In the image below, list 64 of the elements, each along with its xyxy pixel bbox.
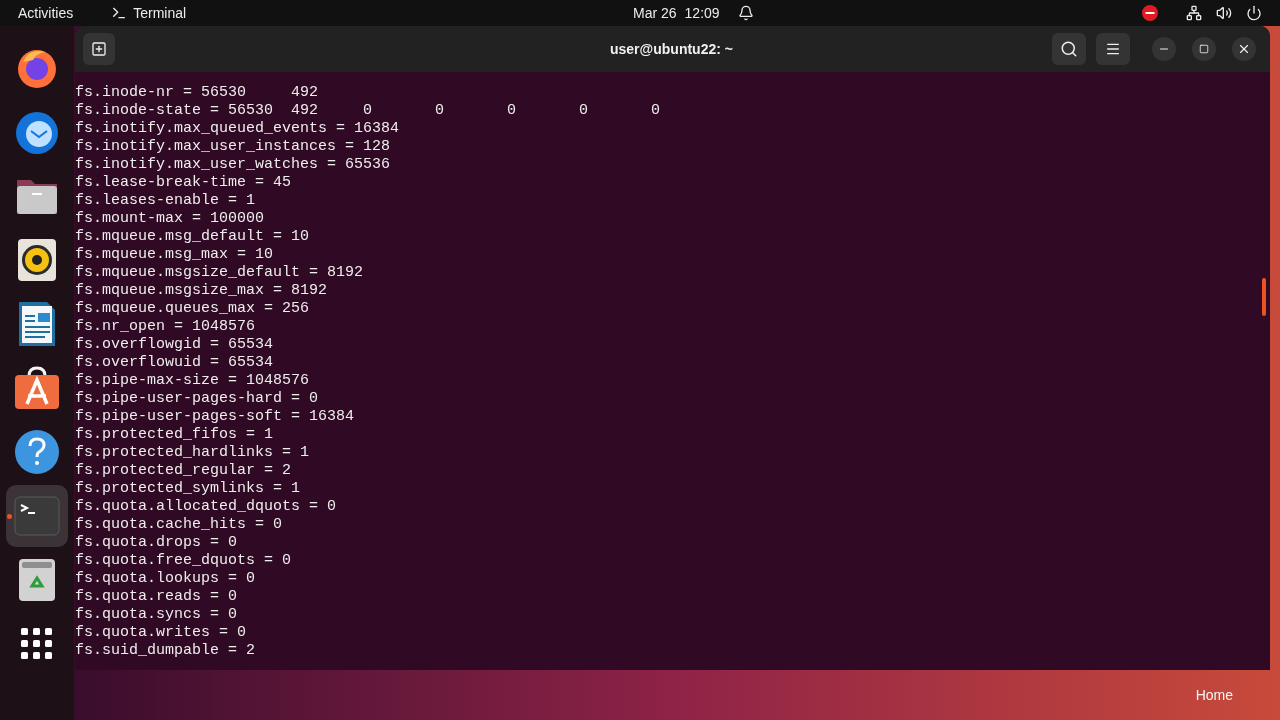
new-tab-button[interactable] (83, 33, 115, 65)
scrollbar-thumb[interactable] (1262, 278, 1266, 316)
recycle-bin-icon (18, 558, 56, 602)
power-icon[interactable] (1246, 5, 1262, 21)
bell-icon[interactable] (737, 5, 754, 21)
minimize-button[interactable] (1152, 37, 1176, 61)
terminal-line: fs.inode-nr = 56530 492 (75, 84, 319, 102)
terminal-icon (111, 5, 128, 21)
home-folder-label[interactable]: Home (1195, 684, 1233, 706)
terminal-line: fs.protected_fifos = 1 (75, 426, 274, 444)
terminal-line: fs.mqueue.msgsize_max = 8192 (75, 282, 328, 300)
terminal-line: fs.quota.free_dquots = 0 (75, 552, 292, 570)
search-button[interactable] (1052, 33, 1086, 65)
search-icon (1060, 40, 1078, 58)
terminal-line: fs.quota.reads = 0 (75, 588, 238, 606)
terminal-line: fs.quota.drops = 0 (75, 534, 238, 552)
terminal-line: fs.mqueue.queues_max = 256 (75, 300, 310, 318)
bird-mail-icon (13, 109, 61, 155)
terminal-line: fs.leases-enable = 1 (75, 192, 256, 210)
document-icon (18, 301, 56, 347)
do-not-disturb-icon[interactable] (1142, 5, 1158, 21)
terminal-line: fs.mount-max = 100000 (75, 210, 265, 228)
help-icon (14, 429, 60, 475)
terminal-line: fs.quota.lookups = 0 (75, 570, 256, 588)
terminal-icon (14, 496, 60, 536)
speaker-icon (17, 238, 57, 282)
terminal-line: fs.inotify.max_queued_events = 16384 (75, 120, 400, 138)
terminal-line: fs.protected_regular = 2 (75, 462, 292, 480)
date-label[interactable]: Mar 26 (633, 2, 677, 24)
terminal-line: fs.overflowuid = 65534 (75, 354, 274, 372)
terminal-line: fs.mqueue.msg_max = 10 (75, 246, 274, 264)
terminal-line: fs.pipe-user-pages-soft = 16384 (75, 408, 355, 426)
terminal-line: fs.quota.syncs = 0 (75, 606, 238, 624)
network-icon[interactable] (1186, 5, 1202, 21)
terminal-line: fs.inotify.max_user_instances = 128 (75, 138, 391, 156)
terminal-line: fs.mqueue.msgsize_default = 8192 (75, 264, 364, 282)
close-button[interactable] (1232, 37, 1256, 61)
time-label[interactable]: 12:09 (684, 2, 720, 24)
terminal-line: fs.pipe-user-pages-hard = 0 (75, 390, 319, 408)
terminal-line: fs.quota.allocated_dquots = 0 (75, 498, 337, 516)
terminal-line: fs.quota.writes = 0 (75, 624, 247, 642)
terminal-line: fs.quota.cache_hits = 0 (75, 516, 283, 534)
terminal-line: fs.protected_symlinks = 1 (75, 480, 301, 498)
maximize-button[interactable] (1192, 37, 1216, 61)
maximize-icon (1199, 44, 1209, 54)
new-tab-icon (91, 41, 107, 57)
terminal-line: fs.inode-state = 56530 492 0 0 0 0 0 (75, 102, 661, 120)
terminal-line: fs.pipe-max-size = 1048576 (75, 372, 310, 390)
terminal-line: fs.overflowgid = 65534 (75, 336, 274, 354)
activities-button[interactable]: Activities (18, 2, 74, 24)
terminal-line: fs.mqueue.msg_default = 10 (75, 228, 310, 246)
app-menu[interactable]: Terminal (133, 2, 187, 24)
terminal-line: fs.nr_open = 1048576 (75, 318, 256, 336)
terminal-line: fs.inotify.max_user_watches = 65536 (75, 156, 391, 174)
shopping-bag-icon (14, 366, 60, 410)
volume-icon[interactable] (1216, 5, 1232, 21)
terminal-line: fs.suid_dumpable = 2 (75, 642, 256, 660)
app-grid-icon[interactable] (21, 628, 53, 660)
terminal-line: fs.protected_hardlinks = 1 (75, 444, 310, 462)
menu-icon (1105, 41, 1121, 57)
close-icon (1237, 42, 1251, 56)
window-title: user@ubuntu22: ~ (610, 39, 733, 59)
terminal-line: fs.lease-break-time = 45 (75, 174, 292, 192)
menu-button[interactable] (1096, 33, 1130, 65)
